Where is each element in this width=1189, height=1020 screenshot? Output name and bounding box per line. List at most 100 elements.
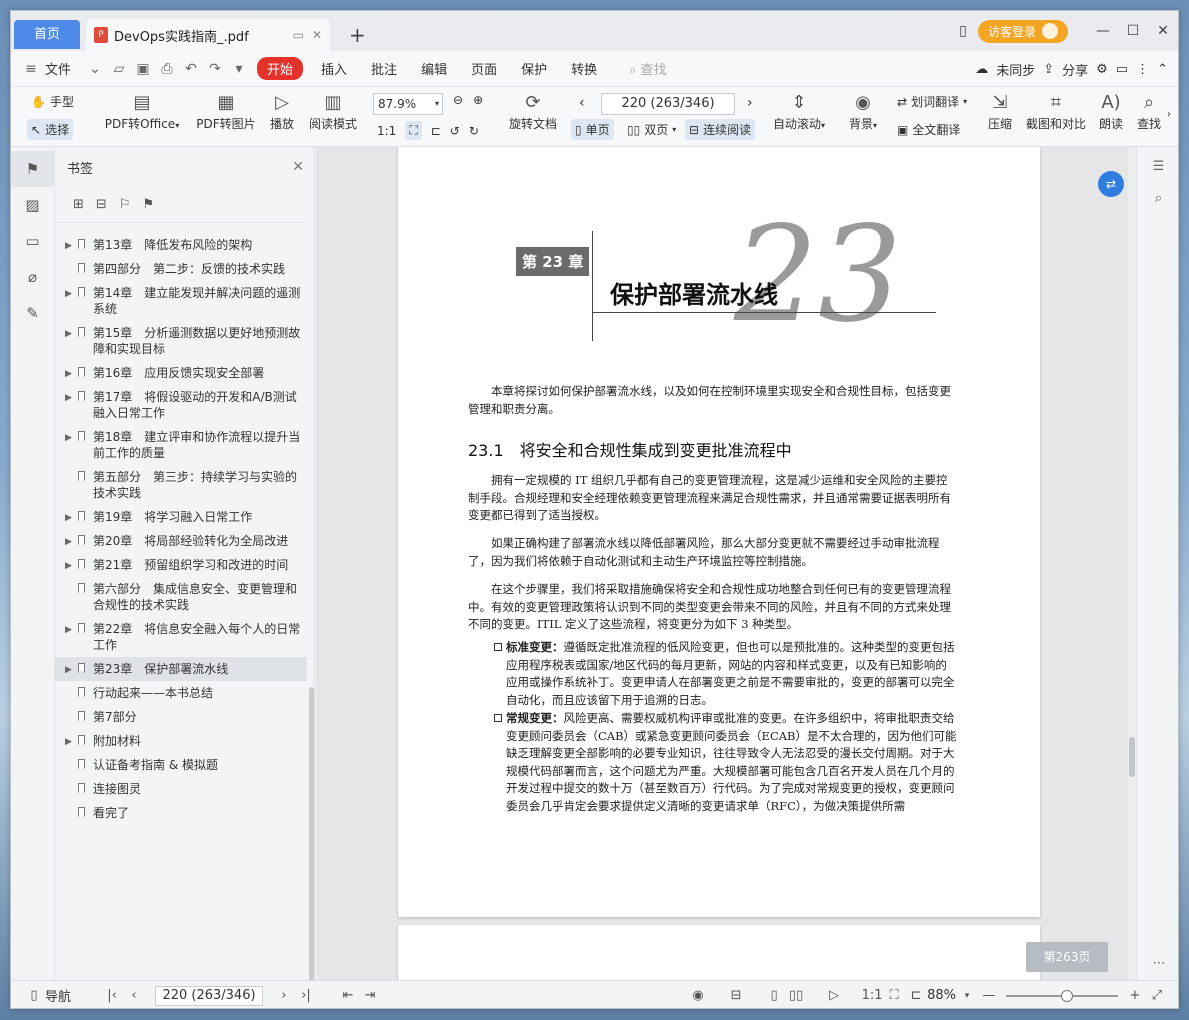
- hand-tool[interactable]: ✋ 手型: [31, 93, 74, 110]
- bookmark-item[interactable]: ▶ 附加材料: [55, 729, 307, 753]
- find-button[interactable]: ⌕ 查找: [1133, 91, 1165, 132]
- zoom-out-icon[interactable]: ⊖: [453, 93, 463, 107]
- bookmark-item[interactable]: 行动起来——本书总结: [55, 681, 307, 705]
- bookmark-item[interactable]: ▶ 第20章 将局部经验转化为全局改进: [55, 529, 307, 553]
- pdf-to-office-button[interactable]: ▤ PDF转Office▾: [103, 91, 181, 132]
- rotate-document-button[interactable]: ⟳ 旋转文档: [507, 91, 559, 132]
- full-translate-button[interactable]: ▣ 全文翻译: [897, 121, 960, 138]
- bookmark-settings-icon[interactable]: ⚑: [142, 197, 154, 212]
- share-icon[interactable]: ⇪: [1043, 62, 1054, 77]
- open-folder-icon[interactable]: ▱: [107, 61, 131, 77]
- menu-hamburger-icon[interactable]: ≡: [19, 61, 43, 77]
- expand-arrow-icon[interactable]: ▶: [65, 286, 72, 302]
- close-tab-icon[interactable]: ✕: [312, 28, 322, 42]
- fit-page-icon[interactable]: ⛶: [883, 988, 905, 1003]
- prev-page-icon[interactable]: ‹: [123, 988, 145, 1003]
- bookmark-item[interactable]: 看完了: [55, 801, 307, 825]
- status-page-input[interactable]: 220 (263/346): [155, 985, 264, 1006]
- expand-arrow-icon[interactable]: ▶: [65, 534, 72, 550]
- play-icon[interactable]: ▷: [823, 988, 845, 1003]
- continuous-read-button[interactable]: ⊟ 连续阅读: [685, 119, 756, 140]
- zoom-out-icon[interactable]: —: [978, 988, 1000, 1003]
- bookmark-icon[interactable]: ⚑: [11, 151, 54, 187]
- menu-page[interactable]: 页面: [459, 59, 509, 78]
- next-page-icon[interactable]: ›: [273, 988, 295, 1003]
- search-settings-icon[interactable]: ⌕: [1137, 183, 1178, 215]
- panel-scrollbar[interactable]: [309, 687, 314, 987]
- zoom-slider[interactable]: [1006, 989, 1118, 1002]
- expand-arrow-icon[interactable]: ▶: [65, 326, 72, 342]
- zoom-select[interactable]: 87.9% ▾: [373, 93, 443, 115]
- actual-size-icon[interactable]: 1:1: [861, 988, 883, 1003]
- minimize-icon[interactable]: —: [1088, 23, 1118, 39]
- forward-icon[interactable]: ⇥: [359, 988, 381, 1003]
- menu-search[interactable]: ⌕ 查找: [629, 59, 666, 78]
- back-icon[interactable]: ⇤: [337, 988, 359, 1003]
- single-page-icon[interactable]: ▯: [763, 988, 785, 1003]
- properties-icon[interactable]: ☰: [1137, 151, 1178, 183]
- page-number-input[interactable]: 220 (263/346): [601, 93, 735, 115]
- redo-icon[interactable]: ↷: [203, 61, 227, 77]
- expand-arrow-icon[interactable]: ▶: [65, 622, 72, 638]
- comment-icon[interactable]: ▭: [11, 223, 54, 259]
- menu-insert[interactable]: 插入: [309, 59, 359, 78]
- new-tab-button[interactable]: +: [349, 23, 366, 47]
- share-label[interactable]: 分享: [1062, 60, 1088, 79]
- document-viewer[interactable]: 23 第 23 章 保护部署流水线 本章将探讨如何保护部署流水线，以及如何在控制…: [316, 147, 1136, 980]
- more-dropdown-icon[interactable]: ▾: [227, 61, 251, 77]
- screenshot-compare-button[interactable]: ⌗ 截图和对比: [1023, 91, 1089, 132]
- bookmark-item[interactable]: 连接图灵: [55, 777, 307, 801]
- unsynced-label[interactable]: 未同步: [996, 60, 1035, 79]
- signature-icon[interactable]: ✎: [11, 295, 54, 331]
- more-icon[interactable]: ⋯: [1137, 948, 1178, 980]
- bookmark-item[interactable]: ▶ 第22章 将信息安全融入每个人的日常工作: [55, 617, 307, 657]
- bookmark-item[interactable]: 第7部分: [55, 705, 307, 729]
- expand-arrow-icon[interactable]: ▶: [65, 238, 72, 254]
- tab-home[interactable]: 首页: [14, 20, 80, 49]
- actual-size-icon[interactable]: 1:1: [377, 124, 396, 138]
- expand-arrow-icon[interactable]: ▶: [65, 510, 72, 526]
- bookmark-item[interactable]: 第四部分 第二步：反馈的技术实践: [55, 257, 307, 281]
- read-mode-button[interactable]: ▥ 阅读模式: [307, 91, 359, 132]
- menu-file[interactable]: 文件: [43, 59, 83, 78]
- add-bookmark-icon[interactable]: ⊞: [73, 197, 84, 212]
- guest-login-button[interactable]: 访客登录: [977, 19, 1068, 43]
- word-translate-button[interactable]: ⇄ 划词翻译 ▾: [897, 93, 967, 110]
- navigation-label[interactable]: 导航: [45, 986, 71, 1005]
- settings-icon[interactable]: ⚙: [1096, 62, 1108, 77]
- bookmark-item[interactable]: ▶ 第17章 将假设驱动的开发和A/B测试融入日常工作: [55, 385, 307, 425]
- close-window-icon[interactable]: ✕: [1148, 23, 1178, 39]
- pdf-to-image-button[interactable]: ▦ PDF转图片: [195, 91, 257, 132]
- menu-protect[interactable]: 保护: [509, 59, 559, 78]
- first-page-icon[interactable]: |‹: [101, 988, 123, 1003]
- bookmark-item[interactable]: ▶ 第21章 预留组织学习和改进的时间: [55, 553, 307, 577]
- delete-bookmark-icon[interactable]: ⊟: [96, 197, 107, 212]
- select-tool[interactable]: ↖ 选择: [27, 119, 74, 140]
- vertical-scrollbar[interactable]: [1128, 147, 1136, 980]
- bookmark-item[interactable]: ▶ 第13章 降低发布风险的架构: [55, 233, 307, 257]
- layout-icon[interactable]: ▯: [948, 23, 978, 39]
- ribbon-scroll-right-icon[interactable]: ›: [1167, 109, 1171, 120]
- print-icon[interactable]: ⎙: [155, 61, 179, 77]
- expand-bookmark-icon[interactable]: ⚐: [119, 197, 131, 212]
- pin-icon[interactable]: ▭: [293, 28, 304, 42]
- zoom-dropdown-icon[interactable]: ▾: [956, 991, 978, 1001]
- bookmark-item[interactable]: ▶ 第16章 应用反馈实现安全部署: [55, 361, 307, 385]
- double-page-icon[interactable]: ▯▯: [785, 988, 807, 1003]
- eye-protection-icon[interactable]: ◉: [687, 988, 709, 1003]
- background-button[interactable]: ◉ 背景▾: [845, 91, 881, 132]
- expand-arrow-icon[interactable]: ▶: [65, 430, 72, 446]
- expand-arrow-icon[interactable]: ▶: [65, 662, 72, 678]
- prev-page-icon[interactable]: ‹: [579, 95, 585, 111]
- save-icon[interactable]: ▣: [131, 61, 155, 77]
- compress-button[interactable]: ⇲ 压缩: [985, 91, 1015, 132]
- translate-float-icon[interactable]: ⇄: [1098, 171, 1124, 197]
- auto-scroll-button[interactable]: ⇕ 自动滚动▾: [769, 91, 829, 132]
- navigation-icon[interactable]: ▯: [23, 988, 45, 1003]
- thumbnail-icon[interactable]: ▨: [11, 187, 54, 223]
- zoom-in-icon[interactable]: +: [1124, 988, 1146, 1003]
- status-zoom-value[interactable]: 88%: [927, 988, 956, 1003]
- zoom-in-icon[interactable]: ⊕: [473, 93, 483, 107]
- rotate-right-icon[interactable]: ↻: [469, 124, 479, 138]
- bookmark-item[interactable]: ▶ 第19章 将学习融入日常工作: [55, 505, 307, 529]
